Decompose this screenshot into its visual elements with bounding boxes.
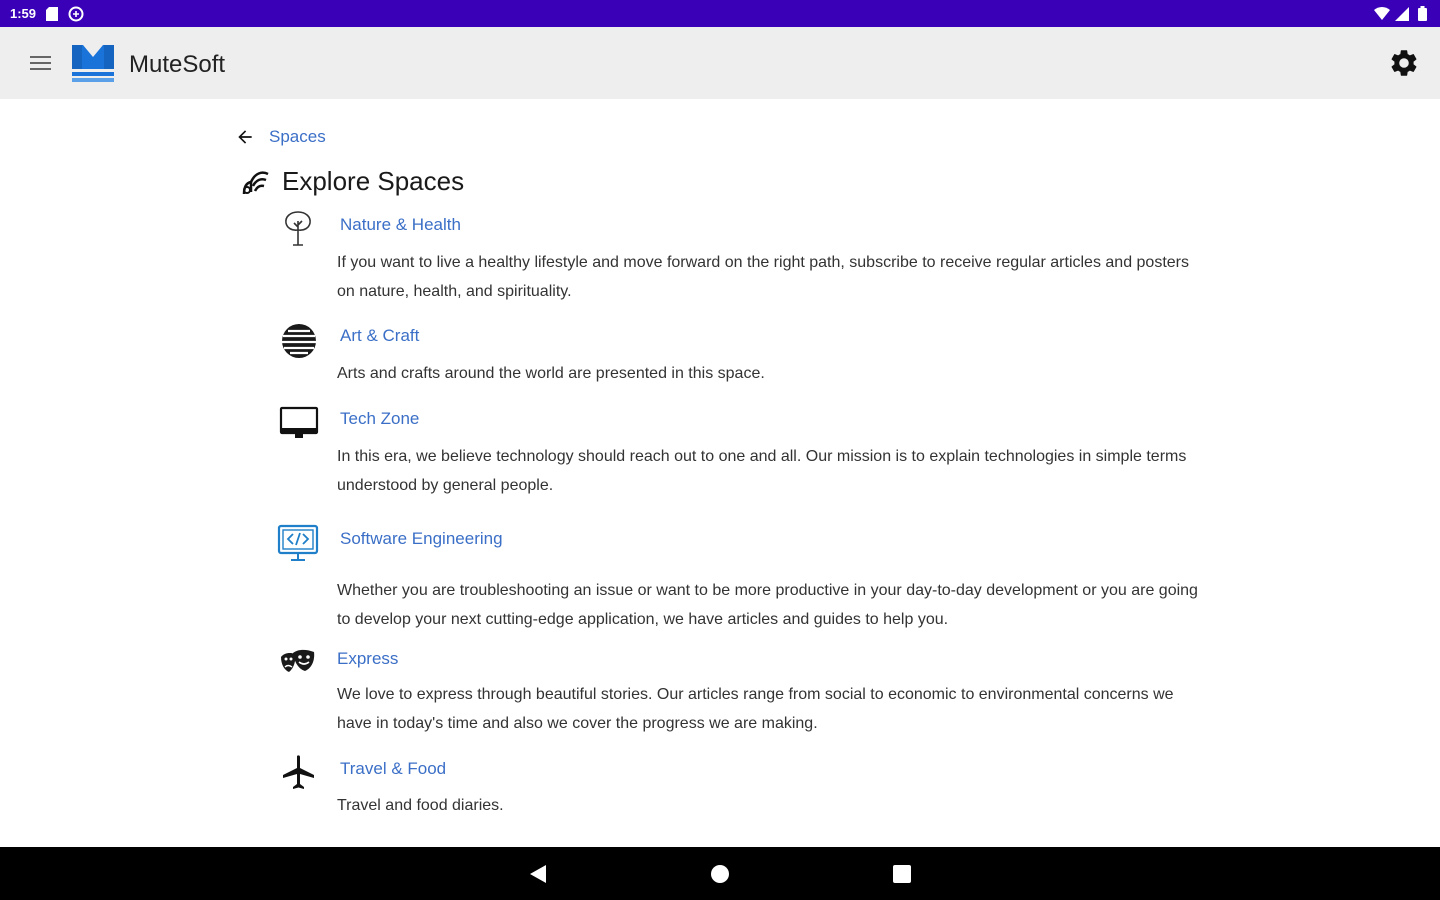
space-name[interactable]: Nature & Health <box>340 215 461 235</box>
sd-card-icon <box>44 6 60 22</box>
circle-home-icon <box>711 865 729 883</box>
gear-icon <box>1391 50 1417 76</box>
main-content: Spaces Explore Spaces Nature & Health If… <box>0 99 1440 847</box>
navigation-bar <box>0 847 1440 900</box>
space-description: Travel and food diaries. <box>337 797 504 814</box>
nav-home-button[interactable] <box>707 861 733 887</box>
space-description: Whether you are troubleshooting an issue… <box>337 582 1198 628</box>
monitor-icon <box>279 406 319 438</box>
airplane-icon <box>283 755 314 789</box>
status-bar: 1:59 <box>0 0 1440 27</box>
code-monitor-icon <box>277 524 319 561</box>
hamburger-menu-icon <box>30 56 51 70</box>
space-description: Arts and crafts around the world are pre… <box>337 365 765 382</box>
mutesoft-logo <box>70 43 116 83</box>
app-title: MuteSoft <box>129 51 226 78</box>
explore-spaces-icon <box>242 171 269 195</box>
space-description: We love to express through beautiful sto… <box>337 686 1174 732</box>
square-recents-icon <box>893 865 911 883</box>
page-title: Explore Spaces <box>282 165 465 196</box>
status-time: 1:59 <box>10 6 37 21</box>
space-name[interactable]: Express <box>337 649 398 669</box>
wifi-icon <box>1374 6 1390 22</box>
battery-icon <box>1414 6 1430 22</box>
settings-button[interactable] <box>1388 47 1420 79</box>
page-title-row: Explore Spaces <box>240 165 464 197</box>
space-description: If you want to live a healthy lifestyle … <box>337 254 1189 300</box>
space-name[interactable]: Travel & Food <box>340 759 446 779</box>
space-name[interactable]: Software Engineering <box>340 529 503 549</box>
signal-icon <box>1394 6 1410 22</box>
menu-button[interactable] <box>28 51 54 75</box>
data-saver-icon <box>68 6 84 22</box>
status-bar-left: 1:59 <box>10 6 84 22</box>
arrow-back-icon[interactable] <box>235 127 255 147</box>
space-name[interactable]: Tech Zone <box>340 409 419 429</box>
globe-icon <box>282 324 316 358</box>
triangle-back-icon <box>530 865 546 883</box>
nav-recents-button[interactable] <box>889 861 915 887</box>
app-bar: MuteSoft <box>0 27 1440 99</box>
breadcrumb-spaces-link[interactable]: Spaces <box>269 127 326 147</box>
tree-icon <box>285 211 311 246</box>
theater-masks-icon <box>281 649 315 672</box>
space-name[interactable]: Art & Craft <box>340 326 419 346</box>
status-bar-right <box>1374 6 1430 22</box>
nav-back-button[interactable] <box>526 861 552 887</box>
breadcrumb: Spaces <box>235 127 326 147</box>
space-description: In this era, we believe technology shoul… <box>337 448 1187 494</box>
